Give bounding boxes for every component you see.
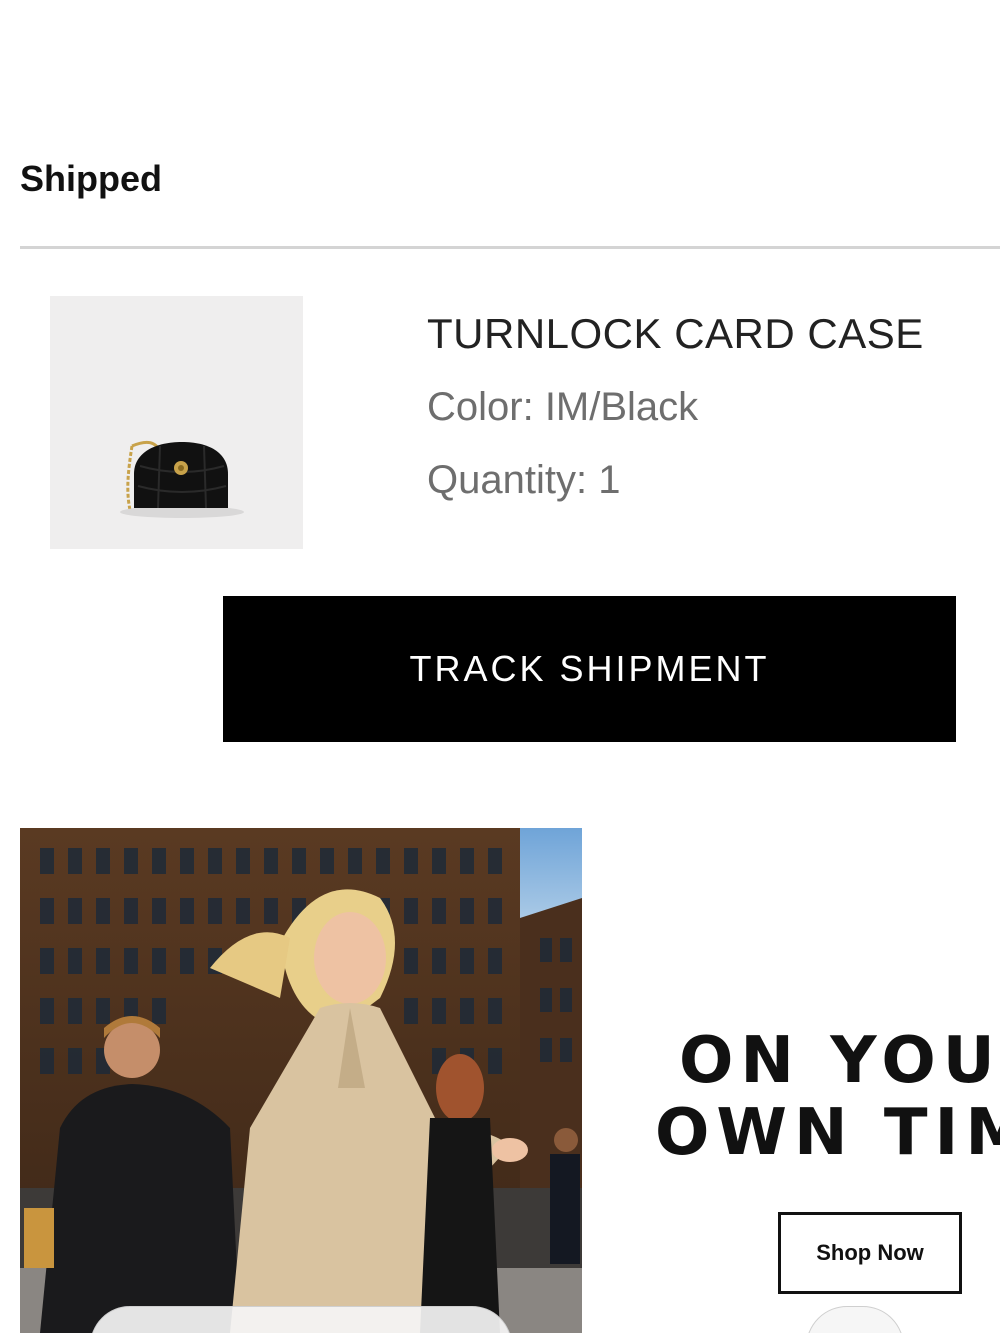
section-divider: [20, 246, 1000, 249]
shop-now-button[interactable]: Shop Now: [778, 1212, 962, 1294]
shipped-heading: Shipped: [20, 158, 162, 199]
track-shipment-button[interactable]: TRACK SHIPMENT: [223, 596, 956, 742]
product-color: Color: IM/Black: [427, 385, 699, 429]
product-quantity: Quantity: 1: [427, 458, 621, 502]
order-email-page: Shipped TURNLOCK CARD CASE Color: IM/Bla…: [0, 0, 1000, 1333]
promo-headline-line2: OWN TIM: [655, 1096, 1000, 1170]
product-thumbnail[interactable]: [50, 296, 303, 549]
street-fashion-photo-icon: [20, 828, 582, 1333]
promo-image[interactable]: [20, 828, 582, 1333]
promo-headline-line1: ON YOU: [679, 1024, 1000, 1098]
browser-toolbar-pill[interactable]: [90, 1306, 512, 1333]
promo-headline: ON YOU OWN TIM: [655, 1025, 1000, 1169]
browser-toolbar-button[interactable]: [806, 1306, 904, 1333]
quilted-bag-image-icon: [50, 296, 303, 549]
product-name[interactable]: TURNLOCK CARD CASE: [427, 310, 924, 358]
